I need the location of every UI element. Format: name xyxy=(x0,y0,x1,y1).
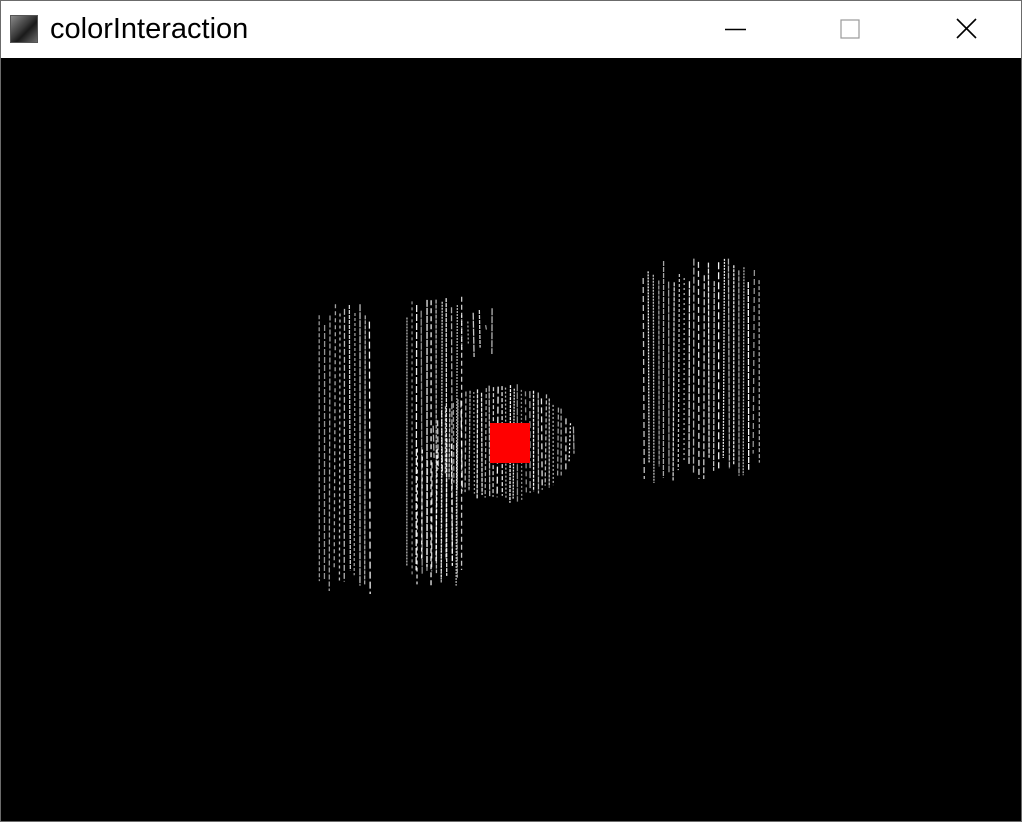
point-stroke xyxy=(703,275,705,479)
point-stroke xyxy=(484,325,488,330)
point-stroke xyxy=(484,388,487,498)
point-stroke xyxy=(488,385,491,497)
point-stroke xyxy=(448,408,451,480)
point-stroke xyxy=(727,258,731,469)
point-stroke xyxy=(432,425,435,458)
point-stroke xyxy=(752,269,756,454)
point-cloud-viewport[interactable] xyxy=(1,58,1021,821)
app-icon xyxy=(10,15,38,43)
point-stroke xyxy=(697,261,700,479)
point-stroke xyxy=(540,398,543,490)
point-stroke xyxy=(642,277,645,479)
point-stroke xyxy=(445,438,448,560)
point-stroke xyxy=(652,274,655,483)
point-stroke xyxy=(440,410,444,475)
point-stroke xyxy=(436,420,439,470)
point-stroke xyxy=(473,392,476,494)
maximize-icon xyxy=(840,19,860,39)
window-title: colorInteraction xyxy=(50,13,249,45)
point-stroke xyxy=(450,307,454,566)
title-bar[interactable]: colorInteraction xyxy=(1,1,1021,58)
app-window: colorInteraction xyxy=(0,0,1022,822)
point-stroke xyxy=(742,267,745,476)
point-stroke xyxy=(452,402,455,483)
point-stroke xyxy=(556,407,560,477)
point-cloud xyxy=(318,258,761,595)
point-stroke xyxy=(478,309,481,348)
point-stroke xyxy=(722,258,726,459)
point-stroke xyxy=(353,313,356,576)
point-cloud-canvas[interactable] xyxy=(1,58,1021,821)
point-stroke xyxy=(707,262,710,458)
point-stroke xyxy=(333,304,337,570)
point-stroke xyxy=(544,394,548,486)
point-stroke xyxy=(328,315,331,591)
point-stroke xyxy=(572,426,575,454)
point-stroke xyxy=(472,312,475,358)
point-stroke xyxy=(672,282,675,481)
point-stroke xyxy=(468,390,471,491)
point-stroke xyxy=(338,313,341,582)
point-stroke xyxy=(467,321,470,345)
close-button[interactable] xyxy=(907,1,1021,58)
close-icon xyxy=(956,18,977,39)
point-stroke xyxy=(415,304,418,571)
point-stroke xyxy=(647,271,650,463)
point-stroke xyxy=(568,423,572,463)
point-stroke xyxy=(480,392,483,496)
selection-marker xyxy=(490,423,530,463)
point-stroke xyxy=(677,274,681,471)
minimize-button[interactable] xyxy=(679,1,793,58)
point-stroke xyxy=(364,315,366,585)
minimize-icon xyxy=(725,28,746,31)
point-stroke xyxy=(348,304,351,571)
maximize-button[interactable] xyxy=(793,1,907,58)
point-stroke xyxy=(464,391,467,493)
point-stroke xyxy=(368,321,371,595)
point-stroke xyxy=(712,281,715,471)
point-stroke xyxy=(456,399,459,491)
